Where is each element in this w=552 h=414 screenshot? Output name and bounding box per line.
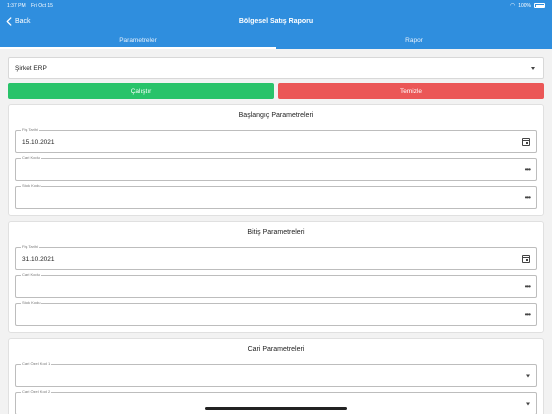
battery-icon <box>534 3 545 8</box>
start-parameters-card: Başlangıç Parametreleri Fiş Tarihi 15.10… <box>8 104 544 216</box>
status-date: Fri Oct 15 <box>31 2 53 9</box>
caret-down-icon <box>531 66 535 70</box>
field-label: Fiş Tarihi <box>21 244 39 249</box>
section-title: Bitiş Parametreleri <box>247 228 305 236</box>
field-value: 15.10.2021 <box>22 139 55 146</box>
run-button[interactable]: Çalıştır <box>8 83 274 99</box>
chevron-down-icon[interactable] <box>526 402 530 405</box>
field-label: Cari Özel Kod 1 <box>21 361 52 366</box>
tab-label: Parametreler <box>119 36 157 44</box>
calendar-icon[interactable] <box>522 137 530 146</box>
more-icon[interactable]: ••• <box>525 165 531 174</box>
clear-button[interactable]: Temizle <box>278 83 544 99</box>
end-parameters-card: Bitiş Parametreleri Fiş Tarihi 31.10.202… <box>8 221 544 333</box>
field-label: Cari Kodu <box>21 155 41 160</box>
tab-bar: Parametreler Rapor <box>0 31 552 49</box>
section-title: Cari Parametreleri <box>247 345 305 353</box>
cari-special-code-1-select[interactable]: Cari Özel Kod 1 <box>15 361 537 387</box>
cari-special-code-2-select[interactable]: Cari Özel Kod 2 <box>15 389 537 414</box>
battery-percent: 100% <box>518 2 531 9</box>
status-right: ◠ 100% <box>510 3 545 9</box>
company-select-value: Şirket ERP <box>15 64 47 72</box>
action-buttons: Çalıştır Temizle <box>8 83 544 99</box>
clear-button-label: Temizle <box>399 87 423 95</box>
more-icon[interactable]: ••• <box>525 310 531 319</box>
tab-parametreler[interactable]: Parametreler <box>0 31 276 49</box>
start-stock-code-field[interactable]: Stok Kodu ••• <box>15 183 537 209</box>
field-value: 31.10.2021 <box>22 256 55 263</box>
more-icon[interactable]: ••• <box>525 193 531 202</box>
parameters-content: Şirket ERP Çalıştır Temizle Başlangıç Pa… <box>0 49 552 414</box>
section-title: Başlangıç Parametreleri <box>238 111 314 119</box>
field-label: Cari Özel Kod 2 <box>21 389 52 394</box>
status-bar: 1:37 PM Fri Oct 15 ◠ 100% <box>0 0 552 11</box>
back-button[interactable]: Back <box>6 11 31 31</box>
home-indicator[interactable] <box>205 407 347 410</box>
company-select[interactable]: Şirket ERP <box>8 57 544 79</box>
start-cari-code-field[interactable]: Cari Kodu ••• <box>15 155 537 181</box>
field-label: Stok Kodu <box>21 183 42 188</box>
cari-parameters-card: Cari Parametreleri Cari Özel Kod 1 Cari … <box>8 338 544 414</box>
run-button-label: Çalıştır <box>130 87 152 95</box>
status-time: 1:37 PM <box>7 2 26 9</box>
page-title: Bölgesel Satış Raporu <box>238 17 314 25</box>
start-date-field[interactable]: Fiş Tarihi 15.10.2021 <box>15 127 537 153</box>
more-icon[interactable]: ••• <box>525 282 531 291</box>
wifi-icon: ◠ <box>509 2 516 9</box>
calendar-icon[interactable] <box>522 254 530 263</box>
end-stock-code-field[interactable]: Stok Kodu ••• <box>15 300 537 326</box>
tab-rapor[interactable]: Rapor <box>276 31 552 49</box>
field-label: Stok Kodu <box>21 300 42 305</box>
status-time-date: 1:37 PM Fri Oct 15 <box>7 3 53 9</box>
field-label: Fiş Tarihi <box>21 127 39 132</box>
field-label: Cari Kodu <box>21 272 41 277</box>
chevron-left-icon <box>6 16 12 26</box>
chevron-down-icon[interactable] <box>526 374 530 377</box>
tab-label: Rapor <box>405 36 423 44</box>
nav-bar: Back Bölgesel Satış Raporu <box>0 11 552 31</box>
end-date-field[interactable]: Fiş Tarihi 31.10.2021 <box>15 244 537 270</box>
end-cari-code-field[interactable]: Cari Kodu ••• <box>15 272 537 298</box>
back-label: Back <box>15 17 31 25</box>
